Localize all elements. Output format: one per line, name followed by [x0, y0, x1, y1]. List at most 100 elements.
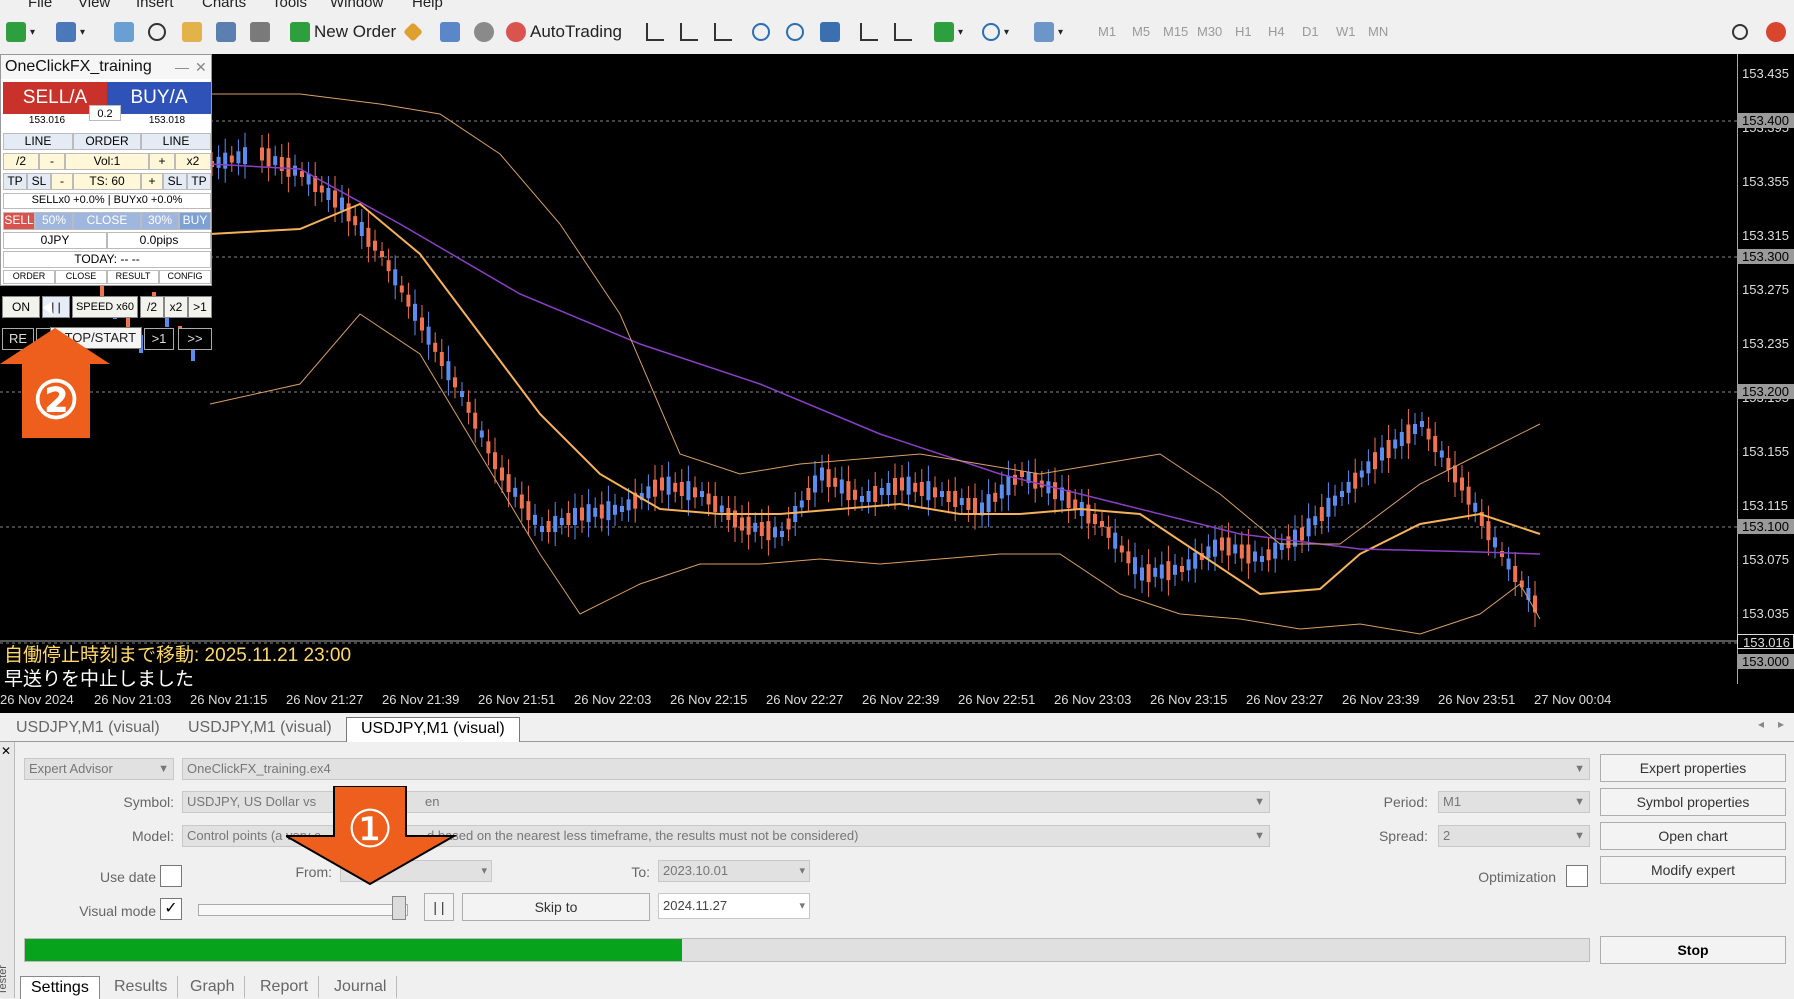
- tester-close-icon[interactable]: ✕: [1, 744, 11, 758]
- skip-to-date-input[interactable]: 2024.11.27 ▾: [658, 893, 810, 919]
- autotrading-button[interactable]: AutoTrading: [506, 19, 622, 45]
- menu-window[interactable]: Window: [330, 0, 383, 10]
- terminal-button[interactable]: [216, 19, 240, 45]
- tile-windows-button[interactable]: [820, 19, 844, 45]
- tester-button[interactable]: [250, 19, 274, 45]
- autoscroll-button[interactable]: [894, 19, 916, 45]
- chart-tab[interactable]: USDJPY,M1 (visual): [2, 717, 174, 741]
- tab-settings[interactable]: Settings: [20, 976, 100, 999]
- order-tab-button[interactable]: ORDER: [3, 270, 55, 284]
- close-all-button[interactable]: CLOSE: [73, 212, 141, 230]
- zoom-out-button[interactable]: [786, 19, 808, 45]
- tester-type-select[interactable]: Expert Advisor ▼: [24, 758, 174, 780]
- period-select[interactable]: M1 ▼: [1438, 791, 1590, 813]
- timeframe-h4[interactable]: H4: [1268, 24, 1285, 39]
- minimize-icon[interactable]: —: [175, 55, 189, 79]
- sell-tp-button[interactable]: TP: [3, 173, 27, 190]
- line-chart-button[interactable]: [714, 19, 736, 45]
- timeframe-m30[interactable]: M30: [1197, 24, 1222, 39]
- config-tab-button[interactable]: CONFIG: [159, 270, 211, 284]
- new-chart-button[interactable]: ▾: [6, 19, 35, 45]
- optimization-checkbox[interactable]: [1566, 865, 1588, 887]
- tab-graph[interactable]: Graph: [180, 976, 246, 998]
- timeframe-m1[interactable]: M1: [1098, 24, 1116, 39]
- sell-line-button[interactable]: LINE: [3, 133, 73, 150]
- periods-button[interactable]: ▾: [982, 19, 1009, 45]
- buy-sl-button[interactable]: SL: [163, 173, 187, 190]
- close-30-button[interactable]: 30%: [141, 212, 179, 230]
- menu-charts[interactable]: Charts: [202, 0, 246, 10]
- ts-plus-button[interactable]: +: [141, 173, 163, 190]
- speed-half-button[interactable]: /2: [140, 296, 164, 318]
- buy-button[interactable]: BUY/A: [107, 82, 211, 114]
- expert-properties-button[interactable]: Expert properties: [1600, 754, 1786, 782]
- timeframe-h1[interactable]: H1: [1235, 24, 1252, 39]
- order-button[interactable]: ORDER: [73, 133, 141, 150]
- close-buy-button[interactable]: BUY: [179, 212, 211, 230]
- menu-tools[interactable]: Tools: [272, 0, 307, 10]
- vol-double-button[interactable]: x2: [175, 153, 211, 170]
- close-tab-button[interactable]: CLOSE: [55, 270, 107, 284]
- menu-insert[interactable]: Insert: [136, 0, 174, 10]
- timeframe-m5[interactable]: M5: [1132, 24, 1150, 39]
- close-icon[interactable]: ✕: [195, 55, 207, 79]
- tab-results[interactable]: Results: [104, 976, 179, 998]
- tab-journal[interactable]: Journal: [324, 976, 398, 998]
- indicators-button[interactable]: ▾: [934, 19, 963, 45]
- market-watch-button[interactable]: [114, 19, 138, 45]
- buy-tp-button[interactable]: TP: [187, 173, 211, 190]
- close-sell-button[interactable]: SELL: [3, 212, 35, 230]
- search-button[interactable]: [1732, 19, 1752, 45]
- tab-right-icon[interactable]: ▸: [1778, 717, 1784, 731]
- symbol-properties-button[interactable]: Symbol properties: [1600, 788, 1786, 816]
- speed-slider-thumb[interactable]: [392, 896, 406, 920]
- chart-shift-button[interactable]: [860, 19, 882, 45]
- use-date-checkbox[interactable]: [160, 865, 182, 887]
- visual-mode-checkbox[interactable]: ✓: [160, 898, 182, 920]
- new-order-button[interactable]: New Order: [290, 19, 396, 45]
- vol-plus-button[interactable]: +: [149, 153, 175, 170]
- speed-double-button[interactable]: x2: [164, 296, 188, 318]
- menu-view[interactable]: View: [78, 0, 110, 10]
- expert-select[interactable]: OneClickFX_training.ex4 ▼: [182, 758, 1590, 780]
- result-tab-button[interactable]: RESULT: [107, 270, 159, 284]
- data-window-button[interactable]: [148, 19, 170, 45]
- lot-size[interactable]: 0.2: [89, 105, 121, 121]
- metaeditor-button[interactable]: [403, 19, 424, 45]
- chart-tab-active[interactable]: USDJPY,M1 (visual): [346, 717, 520, 742]
- vol-half-button[interactable]: /2: [3, 153, 39, 170]
- price-chart[interactable]: [0, 54, 1794, 713]
- spread-select[interactable]: 2 ▼: [1438, 825, 1590, 847]
- speed-slider[interactable]: [198, 904, 408, 916]
- chart-tab[interactable]: USDJPY,M1 (visual): [174, 717, 346, 741]
- ts-minus-button[interactable]: -: [51, 173, 73, 190]
- templates-button[interactable]: ▾: [1034, 19, 1063, 45]
- timeframe-m15[interactable]: M15: [1163, 24, 1188, 39]
- close-50-button[interactable]: 50%: [35, 212, 73, 230]
- bar-chart-button[interactable]: [646, 19, 668, 45]
- tab-left-icon[interactable]: ◂: [1758, 717, 1764, 731]
- buy-line-button[interactable]: LINE: [141, 133, 211, 150]
- stop-button[interactable]: Stop: [1600, 936, 1786, 964]
- zoom-in-button[interactable]: [752, 19, 774, 45]
- experts-button[interactable]: [440, 19, 464, 45]
- speed-step-button[interactable]: >1: [188, 296, 212, 318]
- open-chart-button[interactable]: Open chart: [1600, 822, 1786, 850]
- fast-forward-button[interactable]: >>: [178, 328, 212, 350]
- timeframe-w1[interactable]: W1: [1336, 24, 1356, 39]
- modify-expert-button[interactable]: Modify expert: [1600, 856, 1786, 884]
- market-button[interactable]: [474, 19, 498, 45]
- sell-sl-button[interactable]: SL: [27, 173, 51, 190]
- navigator-button[interactable]: [182, 19, 206, 45]
- timeframe-d1[interactable]: D1: [1302, 24, 1319, 39]
- step-forward-button[interactable]: >1: [144, 328, 174, 350]
- notifications-button[interactable]: [1766, 19, 1790, 45]
- timeframe-mn[interactable]: MN: [1368, 24, 1388, 39]
- tester-pause-button[interactable]: | |: [424, 893, 454, 921]
- tab-report[interactable]: Report: [250, 976, 320, 998]
- skip-to-button[interactable]: Skip to: [462, 893, 650, 921]
- candlestick-button[interactable]: [680, 19, 702, 45]
- menu-help[interactable]: Help: [412, 0, 443, 10]
- controller-on-button[interactable]: ON: [2, 296, 40, 318]
- profiles-button[interactable]: ▾: [56, 19, 85, 45]
